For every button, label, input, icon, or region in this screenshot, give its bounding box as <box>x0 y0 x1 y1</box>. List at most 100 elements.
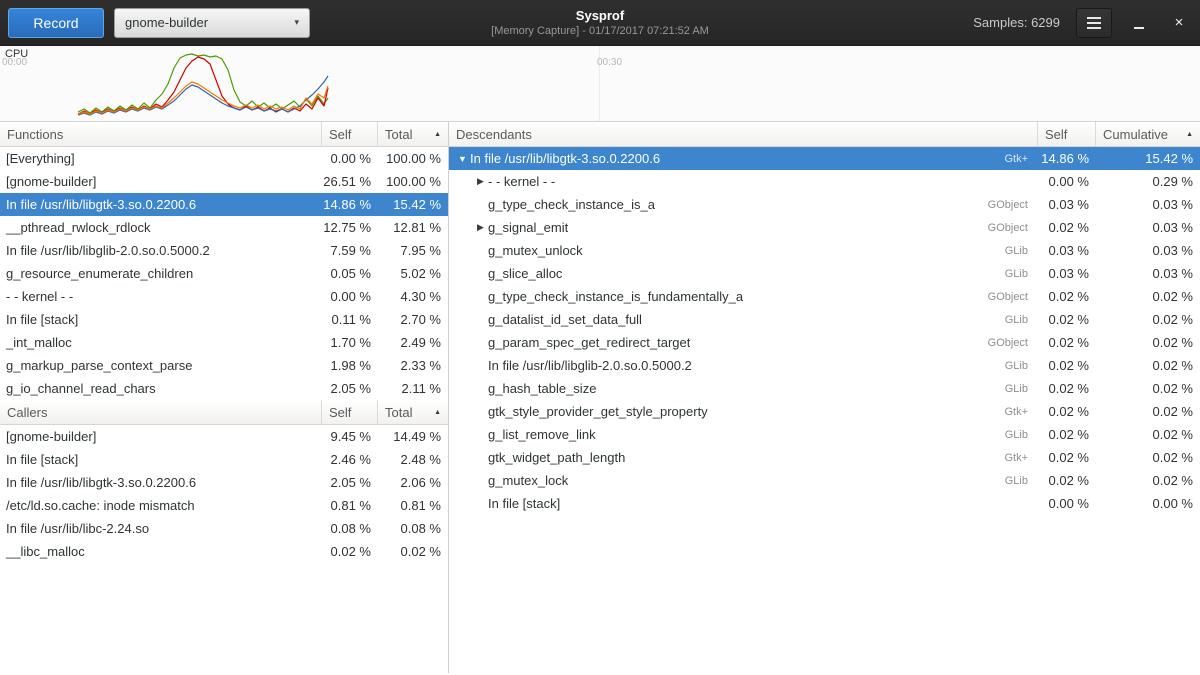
self-percent: 0.05 % <box>322 266 378 281</box>
table-row[interactable]: In file [stack]0.11 %2.70 % <box>0 308 448 331</box>
total-percent: 0.02 % <box>378 544 448 559</box>
function-name: __pthread_rwlock_rdlock <box>0 220 322 235</box>
table-row[interactable]: gtk_widget_path_lengthGtk+0.02 %0.02 % <box>449 446 1200 469</box>
close-button[interactable]: × <box>1166 10 1192 36</box>
total-percent: 14.49 % <box>378 429 448 444</box>
total-percent: 100.00 % <box>378 174 448 189</box>
column-header-self[interactable]: Self <box>1038 122 1096 146</box>
table-row[interactable]: g_io_channel_read_chars2.05 %2.11 % <box>0 377 448 400</box>
menu-button[interactable] <box>1076 8 1112 38</box>
chevron-down-icon: ▾ <box>294 17 299 28</box>
sort-indicator-icon: ▲ <box>1180 131 1193 138</box>
table-row[interactable]: g_type_check_instance_is_fundamentally_a… <box>449 285 1200 308</box>
table-row[interactable]: g_resource_enumerate_children0.05 %5.02 … <box>0 262 448 285</box>
library-category: Gtk+ <box>994 406 1032 418</box>
table-row[interactable]: gtk_style_provider_get_style_propertyGtk… <box>449 400 1200 423</box>
table-row[interactable]: g_mutex_unlockGLib0.03 %0.03 % <box>449 239 1200 262</box>
function-name: g_mutex_lock <box>488 473 568 488</box>
table-row[interactable]: [gnome-builder]26.51 %100.00 % <box>0 170 448 193</box>
process-selector-dropdown[interactable]: gnome-builder ▾ <box>114 8 310 38</box>
cumulative-percent: 0.02 % <box>1096 404 1200 419</box>
hamburger-icon <box>1087 17 1101 19</box>
cumulative-percent: 0.02 % <box>1096 427 1200 442</box>
self-percent: 0.03 % <box>1038 197 1096 212</box>
expander-closed-icon[interactable]: ▶ <box>473 176 488 187</box>
function-name: In file [stack] <box>0 452 322 467</box>
column-header-total[interactable]: Total ▲ <box>378 122 448 146</box>
table-row[interactable]: In file /usr/lib/libc-2.24.so0.08 %0.08 … <box>0 517 448 540</box>
self-percent: 0.00 % <box>1038 174 1096 189</box>
expander-open-icon[interactable]: ▼ <box>455 154 470 164</box>
table-row[interactable]: g_type_check_instance_is_aGObject0.03 %0… <box>449 193 1200 216</box>
self-percent: 0.00 % <box>1038 496 1096 511</box>
callers-table-body: [gnome-builder]9.45 %14.49 %In file [sta… <box>0 425 448 563</box>
total-percent: 4.30 % <box>378 289 448 304</box>
cumulative-percent: 0.00 % <box>1096 496 1200 511</box>
function-name: In file /usr/lib/libglib-2.0.so.0.5000.2 <box>488 358 692 373</box>
function-name: /etc/ld.so.cache: inode mismatch <box>0 498 322 513</box>
self-percent: 0.02 % <box>1038 289 1096 304</box>
function-name: __libc_malloc <box>0 544 322 559</box>
column-header-total[interactable]: Total ▲ <box>378 400 448 424</box>
descendants-table-body: ▼In file /usr/lib/libgtk-3.so.0.2200.6Gt… <box>449 147 1200 515</box>
total-percent: 100.00 % <box>378 151 448 166</box>
minimize-button[interactable] <box>1126 10 1152 36</box>
column-header-descendants[interactable]: Descendants <box>449 122 1038 146</box>
table-row[interactable]: g_hash_table_sizeGLib0.02 %0.02 % <box>449 377 1200 400</box>
column-header-functions[interactable]: Functions <box>0 122 322 146</box>
table-row[interactable]: g_list_remove_linkGLib0.02 %0.02 % <box>449 423 1200 446</box>
column-header-callers[interactable]: Callers <box>0 400 322 424</box>
total-percent: 7.95 % <box>378 243 448 258</box>
function-name: g_resource_enumerate_children <box>0 266 322 281</box>
table-row[interactable]: [gnome-builder]9.45 %14.49 % <box>0 425 448 448</box>
function-name: g_io_channel_read_chars <box>0 381 322 396</box>
function-name: g_type_check_instance_is_fundamentally_a <box>488 289 743 304</box>
table-row[interactable]: ▶g_signal_emitGObject0.02 %0.03 % <box>449 216 1200 239</box>
functions-table-header: Functions Self Total ▲ <box>0 122 448 147</box>
total-percent: 12.81 % <box>378 220 448 235</box>
function-name: In file [stack] <box>488 496 560 511</box>
table-row[interactable]: g_markup_parse_context_parse1.98 %2.33 % <box>0 354 448 377</box>
self-percent: 0.81 % <box>322 498 378 513</box>
cumulative-percent: 0.02 % <box>1096 358 1200 373</box>
library-category: Gtk+ <box>994 153 1032 165</box>
table-row[interactable]: _int_malloc1.70 %2.49 % <box>0 331 448 354</box>
table-row[interactable]: __pthread_rwlock_rdlock12.75 %12.81 % <box>0 216 448 239</box>
function-name: g_signal_emit <box>488 220 568 235</box>
time-label-start: 00:00 <box>2 57 27 68</box>
table-row[interactable]: In file [stack] 0.00 %0.00 % <box>449 492 1200 515</box>
table-row[interactable]: In file /usr/lib/libgtk-3.so.0.2200.62.0… <box>0 471 448 494</box>
cpu-graph-panel[interactable]: CPU 00:00 00:30 <box>0 46 1200 122</box>
function-name: g_mutex_unlock <box>488 243 583 258</box>
total-percent: 5.02 % <box>378 266 448 281</box>
table-row[interactable]: In file /usr/lib/libglib-2.0.so.0.5000.2… <box>449 354 1200 377</box>
function-name: gtk_widget_path_length <box>488 450 625 465</box>
self-percent: 0.00 % <box>322 289 378 304</box>
function-name: In file /usr/lib/libgtk-3.so.0.2200.6 <box>0 475 322 490</box>
total-percent: 0.81 % <box>378 498 448 513</box>
table-row[interactable]: In file /usr/lib/libgtk-3.so.0.2200.614.… <box>0 193 448 216</box>
column-header-self[interactable]: Self <box>322 122 378 146</box>
table-row[interactable]: ▼In file /usr/lib/libgtk-3.so.0.2200.6Gt… <box>449 147 1200 170</box>
table-row[interactable]: ▶- - kernel - -0.00 %0.29 % <box>449 170 1200 193</box>
table-row[interactable]: g_datalist_id_set_data_fullGLib0.02 %0.0… <box>449 308 1200 331</box>
table-row[interactable]: __libc_malloc0.02 %0.02 % <box>0 540 448 563</box>
cumulative-percent: 0.02 % <box>1096 450 1200 465</box>
column-header-self[interactable]: Self <box>322 400 378 424</box>
cumulative-percent: 0.02 % <box>1096 381 1200 396</box>
table-row[interactable]: In file [stack]2.46 %2.48 % <box>0 448 448 471</box>
expander-closed-icon[interactable]: ▶ <box>473 222 488 233</box>
column-header-cumulative[interactable]: Cumulative ▲ <box>1096 122 1200 146</box>
self-percent: 14.86 % <box>1038 151 1096 166</box>
table-row[interactable]: In file /usr/lib/libglib-2.0.so.0.5000.2… <box>0 239 448 262</box>
cumulative-percent: 0.02 % <box>1096 289 1200 304</box>
table-row[interactable]: g_slice_allocGLib0.03 %0.03 % <box>449 262 1200 285</box>
record-button[interactable]: Record <box>8 8 104 38</box>
table-row[interactable]: g_mutex_lockGLib0.02 %0.02 % <box>449 469 1200 492</box>
table-row[interactable]: - - kernel - -0.00 %4.30 % <box>0 285 448 308</box>
library-category: GObject <box>978 222 1032 234</box>
table-row[interactable]: [Everything]0.00 %100.00 % <box>0 147 448 170</box>
table-row[interactable]: g_param_spec_get_redirect_targetGObject0… <box>449 331 1200 354</box>
table-row[interactable]: /etc/ld.so.cache: inode mismatch0.81 %0.… <box>0 494 448 517</box>
total-percent: 2.48 % <box>378 452 448 467</box>
